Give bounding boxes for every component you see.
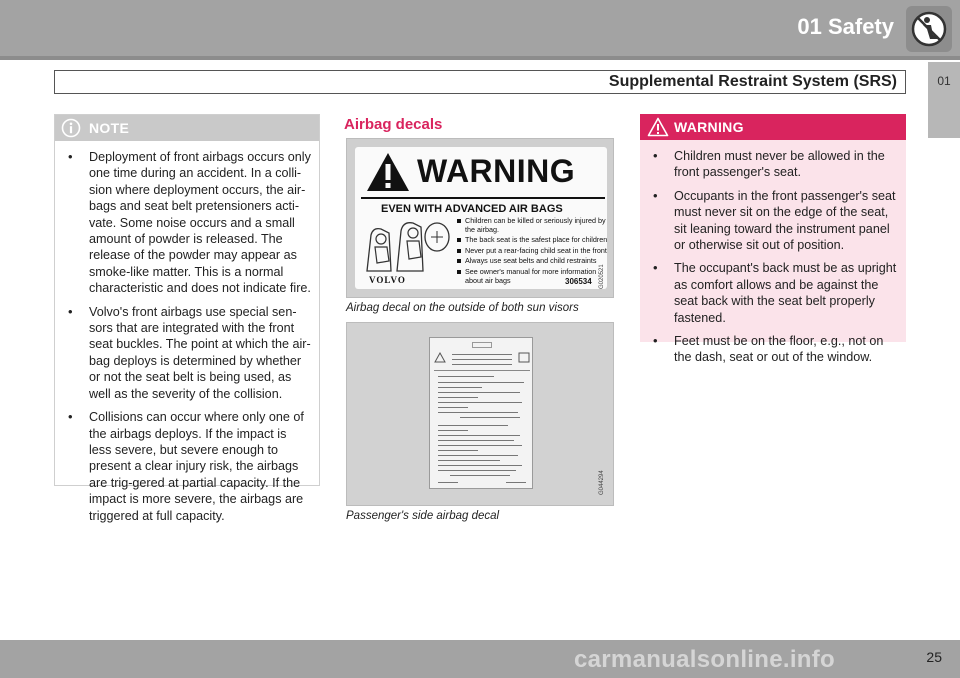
- warning-triangle-icon: [367, 153, 409, 191]
- note-header: NOTE: [55, 115, 319, 141]
- note-item: Volvo's front airbags use special sen-so…: [65, 304, 311, 402]
- note-item: Collisions can occur where only one of t…: [65, 409, 311, 524]
- note-list: Deployment of front airbags occurs only …: [55, 141, 319, 524]
- info-circle-icon: [61, 118, 81, 138]
- warning-item: Children must never be allowed in the fr…: [650, 148, 898, 181]
- decal-line: Children can be killed or seriously inju…: [457, 216, 609, 234]
- figure-id: G020521: [599, 264, 605, 289]
- decal-line: Always use seat belts and child restrain…: [457, 257, 609, 266]
- warning-item: The occupant's back must be as upright a…: [650, 260, 898, 326]
- warning-list: Children must never be allowed in the fr…: [640, 140, 906, 366]
- note-title: NOTE: [89, 120, 130, 136]
- caption-passenger-side: Passenger's side airbag decal: [346, 510, 500, 522]
- decal-rule: [361, 197, 605, 199]
- sun-visor-decal: WARNING EVEN WITH ADVANCED AIR BAGS Chil…: [355, 147, 607, 289]
- header-band-accent: [0, 56, 960, 60]
- decal-headline: EVEN WITH ADVANCED AIR BAGS: [381, 203, 563, 215]
- decal-line: Never put a rear-facing child seat in th…: [457, 246, 609, 256]
- warning-header: WARNING: [640, 114, 906, 140]
- caption-sun-visor: Airbag decal on the outside of both sun …: [346, 302, 579, 314]
- section-bar: Supplemental Restraint System (SRS): [54, 70, 906, 94]
- warning-item: Feet must be on the floor, e.g., not on …: [650, 333, 898, 366]
- warning-triangle-icon: [647, 117, 669, 137]
- figure-id: G044294: [599, 470, 605, 495]
- page-number: 25: [926, 649, 942, 665]
- warning-box: WARNING Children must never be allowed i…: [640, 114, 906, 364]
- no-airbag-icon: [906, 6, 952, 52]
- section-title: Supplemental Restraint System (SRS): [608, 73, 897, 90]
- chapter-side-tab[interactable]: 01: [928, 62, 960, 138]
- child-seat-airbag-icon: [366, 222, 450, 272]
- passenger-airbag-decal: [429, 337, 533, 489]
- decal-warning-word: WARNING: [417, 153, 576, 189]
- chapter-title: 01 Safety: [797, 14, 894, 39]
- side-tab-label: 01: [937, 74, 951, 88]
- warning-item: Occupants in the front passenger's seat …: [650, 188, 898, 254]
- note-box: NOTE Deployment of front airbags occurs …: [54, 114, 320, 523]
- decal-line: The back seat is the safest place for ch…: [457, 236, 609, 245]
- sun-visor-decal-figure: WARNING EVEN WITH ADVANCED AIR BAGS Chil…: [346, 138, 614, 298]
- decals-heading: Airbag decals: [344, 116, 443, 133]
- decal-part-code: 306534: [565, 277, 592, 286]
- passenger-decal-figure: G044294: [346, 322, 614, 506]
- watermark: carmanualsonline.info: [574, 646, 836, 673]
- airbag-pictogram-icon: [518, 352, 530, 363]
- warning-title: WARNING: [674, 119, 744, 135]
- volvo-logo: VOLVO: [369, 275, 406, 285]
- warning-triangle-icon: [434, 352, 446, 363]
- note-item: Deployment of front airbags occurs only …: [65, 149, 311, 297]
